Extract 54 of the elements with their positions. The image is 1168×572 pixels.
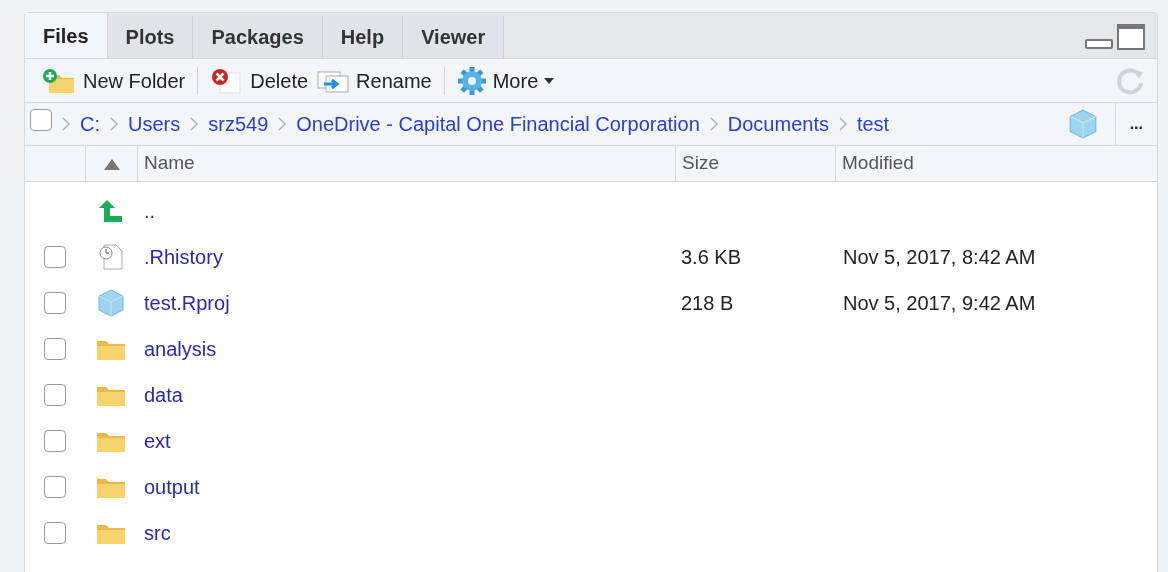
tab[interactable]: Viewer [403,16,505,58]
chevron-icon [837,116,848,132]
modified-cell: Nov 5, 2017, 9:42 AM [843,292,1036,314]
column-header[interactable]: Size [675,146,835,181]
row-checkbox[interactable] [44,384,66,406]
select-all-checkbox[interactable] [30,109,52,131]
chevron-icon [277,116,288,132]
breadcrumb-link[interactable]: Documents [727,109,829,139]
column-header[interactable]: Name [137,146,675,181]
chevron-icon [109,116,119,132]
minimize-icon[interactable] [1085,38,1113,50]
row-checkbox[interactable] [44,522,66,544]
breadcrumb-link[interactable]: srz549 [208,109,269,139]
file-link[interactable]: data [144,384,183,406]
more-button[interactable]: ... [1114,103,1157,145]
caret-icon [544,77,555,84]
row-checkbox[interactable] [44,338,66,360]
sort-arrow-icon[interactable] [102,157,121,170]
maximize-icon[interactable] [1117,24,1145,50]
row-checkbox[interactable] [44,246,66,268]
toolbar-button[interactable]: New Folder [37,65,190,96]
file-link[interactable]: test.Rproj [144,292,230,314]
add-folder-icon [41,66,77,95]
breadcrumb-link[interactable]: C: [80,109,100,139]
toolbar-button[interactable]: Delete [206,65,313,96]
row-checkbox[interactable] [44,292,66,314]
column-header[interactable]: Modified [835,146,1157,181]
file-link[interactable]: src [144,522,171,544]
file-link[interactable]: analysis [144,338,217,360]
modified-cell: Nov 5, 2017, 8:42 AM [843,246,1036,268]
chevron-icon [189,116,200,132]
toolbar-button[interactable]: More [452,65,559,96]
up-arrow-icon [98,198,124,224]
file-link[interactable]: output [144,476,200,498]
chevron-icon [708,116,719,132]
size-cell: 3.6 KB [681,246,742,268]
clock-document-icon [98,243,124,271]
row-checkbox[interactable] [44,476,66,498]
breadcrumb-link[interactable]: test [856,109,890,139]
breadcrumb-link[interactable]: Users [128,109,181,139]
tab[interactable]: Files [25,13,108,58]
file-link[interactable]: .Rhistory [144,246,223,268]
tab[interactable]: Plots [107,16,194,58]
chevron-icon [61,116,71,132]
file-link[interactable]: .. [144,200,156,222]
cube-icon [96,288,126,318]
row-checkbox[interactable] [44,430,66,452]
gear-icon [456,65,487,96]
size-cell: 218 B [681,292,734,314]
file-link[interactable]: ext [144,430,171,452]
tab[interactable]: Packages [193,16,323,58]
breadcrumb-link[interactable]: OneDrive - Capital One Financial Corporation [296,109,700,139]
tab[interactable]: Help [322,16,404,58]
toolbar-button[interactable]: Rename [312,65,436,96]
